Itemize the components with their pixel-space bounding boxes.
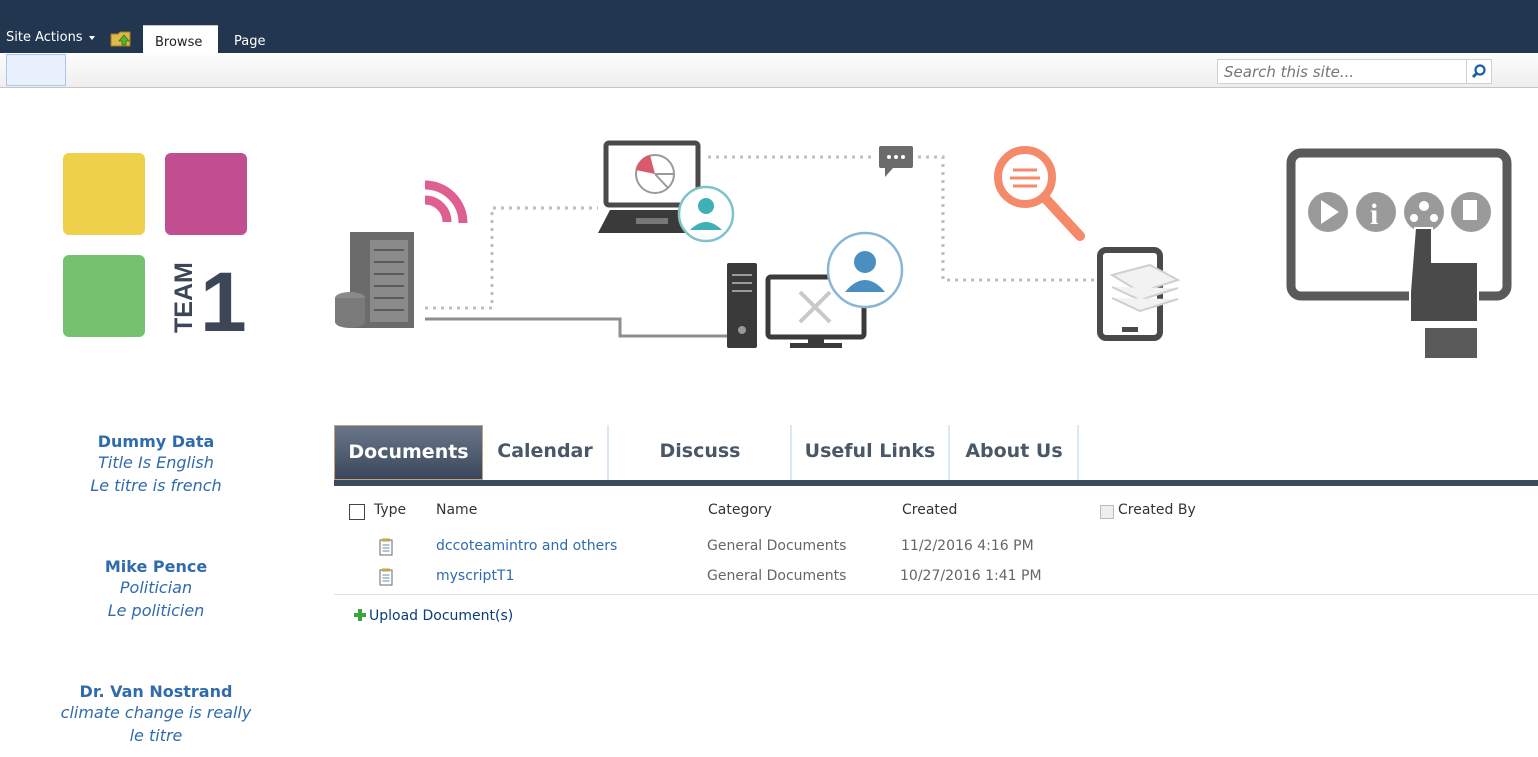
person-title-english: Politician xyxy=(119,578,193,597)
document-created: 11/2/2016 4:16 PM xyxy=(901,538,1034,554)
table-row: myscriptT1 General Documents 10/27/2016 … xyxy=(334,562,1538,592)
person-title-french: Le politicien xyxy=(107,601,205,620)
column-header-type[interactable]: Type xyxy=(374,502,406,518)
search-input[interactable] xyxy=(1217,59,1467,84)
woman-avatar-icon xyxy=(826,231,904,309)
logo-green-square xyxy=(63,255,145,337)
search-button[interactable] xyxy=(1467,59,1492,84)
network-line xyxy=(425,317,727,338)
ribbon-top-bar: Site Actions Browse Page xyxy=(0,0,1538,53)
navigate-up-icon[interactable] xyxy=(110,29,132,47)
server-icon xyxy=(335,232,414,328)
chevron-down-icon xyxy=(88,35,95,40)
tab-separator xyxy=(948,425,950,480)
person-name[interactable]: Mike Pence xyxy=(6,557,306,576)
tab-useful-links[interactable]: Useful Links xyxy=(794,425,946,480)
logo-magenta-square xyxy=(165,153,247,235)
document-category: General Documents xyxy=(707,568,847,584)
document-name-link[interactable]: myscriptT1 xyxy=(436,568,514,584)
document-icon[interactable] xyxy=(378,538,394,556)
tab-documents[interactable]: Documents xyxy=(334,425,483,480)
touchscreen-icon: i xyxy=(1286,148,1512,358)
tab-separator xyxy=(1077,425,1079,480)
site-banner: TEAM 1 i xyxy=(63,140,1512,358)
team-logo: TEAM 1 xyxy=(63,153,247,349)
tab-page[interactable]: Page xyxy=(222,25,277,53)
add-icon xyxy=(354,609,366,621)
select-all-checkbox[interactable] xyxy=(349,504,365,520)
tab-about-us[interactable]: About Us xyxy=(952,425,1076,480)
person-title-english: climate change is really xyxy=(60,703,252,722)
user-avatar-icon xyxy=(677,185,735,243)
site-actions-menu[interactable]: Site Actions xyxy=(6,30,95,45)
tab-calendar[interactable]: Calendar xyxy=(484,425,606,480)
tab-browse[interactable]: Browse xyxy=(143,25,218,53)
logo-yellow-square xyxy=(63,153,145,235)
logo-team-number: 1 xyxy=(200,255,247,349)
magnifier-icon xyxy=(994,146,1085,241)
site-actions-label: Site Actions xyxy=(6,30,83,45)
column-header-created[interactable]: Created xyxy=(902,502,957,518)
table-row: dccoteamintro and others General Documen… xyxy=(334,532,1538,562)
person-card: Mike Pence Politician Le politicien xyxy=(6,557,306,622)
person-title-english: Title Is English xyxy=(98,453,214,472)
document-created: 10/27/2016 1:41 PM xyxy=(900,568,1042,584)
logo-team-text: TEAM xyxy=(170,262,198,333)
tab-separator xyxy=(790,425,792,480)
document-name-link[interactable]: dccoteamintro and others xyxy=(436,538,617,554)
person-title-french: Le titre is french xyxy=(90,476,222,495)
svg-text:i: i xyxy=(1370,198,1378,231)
tab-discuss[interactable]: Discuss xyxy=(610,425,790,480)
tabs-underline xyxy=(334,480,1538,486)
wifi-icon xyxy=(424,180,468,224)
person-card: Dummy Data Title Is English Le titre is … xyxy=(6,432,306,497)
chat-bubble-icon xyxy=(879,146,913,177)
column-header-category[interactable]: Category xyxy=(708,502,772,518)
sharepoint-page: Site Actions Browse Page TEAM 1 xyxy=(0,0,1538,757)
person-title-french: le titre xyxy=(129,726,183,745)
person-name[interactable]: Dummy Data xyxy=(6,432,306,451)
column-header-name[interactable]: Name xyxy=(436,502,477,518)
upload-document-link[interactable]: Upload Document(s) xyxy=(354,608,513,624)
ribbon-selection-box[interactable] xyxy=(6,54,66,86)
document-icon[interactable] xyxy=(378,568,394,586)
ribbon-strip xyxy=(0,53,1538,88)
tablet-books-icon xyxy=(1097,247,1181,341)
created-by-filter-checkbox[interactable] xyxy=(1100,505,1114,519)
search-icon xyxy=(1471,64,1486,79)
person-card: Dr. Van Nostrand climate change is reall… xyxy=(6,682,306,747)
person-name[interactable]: Dr. Van Nostrand xyxy=(6,682,306,701)
document-category: General Documents xyxy=(707,538,847,554)
tab-separator xyxy=(607,425,609,480)
list-divider xyxy=(334,594,1538,595)
upload-label: Upload Document(s) xyxy=(369,608,514,624)
column-header-created-by[interactable]: Created By xyxy=(1118,502,1196,518)
